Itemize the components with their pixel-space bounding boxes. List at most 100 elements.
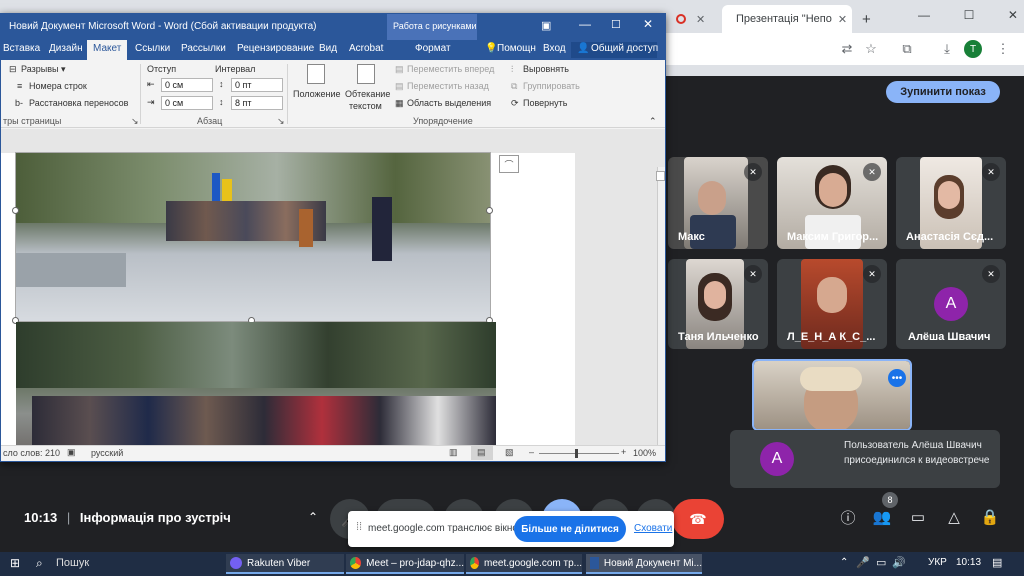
translate-icon[interactable]: ⇄ xyxy=(838,40,856,58)
network-icon[interactable]: ▭ xyxy=(876,556,886,569)
tab-design[interactable]: Дизайн xyxy=(49,43,83,54)
chat-icon[interactable]: ▭ xyxy=(906,505,930,529)
group-button[interactable]: Группировать xyxy=(523,81,580,91)
host-controls-icon[interactable]: 🔒 xyxy=(978,505,1002,529)
zoom-level[interactable]: 100% xyxy=(633,448,656,458)
participant-tile[interactable]: ✕ Макс xyxy=(668,157,768,249)
hide-link[interactable]: Сховати xyxy=(634,523,672,534)
collapse-ribbon-icon[interactable]: ⌃ xyxy=(649,116,657,127)
close-tab-icon[interactable]: ✕ xyxy=(696,13,705,26)
participant-tile[interactable]: ✕ Максим Григор... xyxy=(777,157,887,249)
layout-options-icon[interactable]: ⌒ xyxy=(499,155,519,173)
participant-tile[interactable]: ✕ Таня Ильченко xyxy=(668,259,768,349)
word-count[interactable]: сло слов: 210 xyxy=(3,448,60,458)
taskbar-app-meet-share[interactable]: meet.google.com тр... xyxy=(466,554,582,574)
stop-presenting-button[interactable]: Зупинити показ xyxy=(886,81,1000,103)
read-mode-icon[interactable]: ▥ xyxy=(449,447,458,458)
bookmark-star-icon[interactable]: ☆ xyxy=(862,40,880,58)
search-icon[interactable]: ⌕ xyxy=(36,556,43,571)
tab-references[interactable]: Ссылки xyxy=(135,43,170,54)
photo-ceremony[interactable] xyxy=(15,152,491,322)
tab-acrobat[interactable]: Acrobat xyxy=(349,43,383,54)
maximize-button[interactable]: ☐ xyxy=(964,8,975,22)
tab-format[interactable]: Формат xyxy=(415,43,451,54)
stop-sharing-button[interactable]: Більше не ділитися xyxy=(514,516,626,542)
participant-tile[interactable]: А ✕ Алёша Швачич xyxy=(896,259,1006,349)
profile-avatar[interactable]: T xyxy=(964,40,982,58)
close-button[interactable]: ✕ xyxy=(643,17,653,31)
tab-view[interactable]: Вид xyxy=(319,43,337,54)
people-icon[interactable]: 👥 xyxy=(870,505,894,529)
windows-start-icon[interactable]: ⊞ xyxy=(10,556,20,570)
hyphenation-button[interactable]: Расстановка переносов xyxy=(29,98,128,108)
self-view-tile[interactable]: ••• xyxy=(752,359,912,431)
zoom-slider[interactable] xyxy=(539,453,619,454)
meeting-details-label[interactable]: Інформація про зустріч xyxy=(80,510,231,525)
spacing-before-field[interactable]: 0 пт xyxy=(231,78,283,92)
taskbar-app-viber[interactable]: Rakuten Viber xyxy=(226,554,344,574)
tab-mailings[interactable]: Рассылки xyxy=(181,43,226,54)
activities-icon[interactable]: △ xyxy=(942,505,966,529)
minimize-button[interactable]: — xyxy=(579,17,591,31)
tab-review[interactable]: Рецензирование xyxy=(237,43,314,54)
zoom-in-button[interactable]: + xyxy=(621,447,626,457)
chevron-up-icon[interactable]: ⌃ xyxy=(308,510,318,524)
align-button[interactable]: Выровнять xyxy=(523,64,569,74)
web-layout-icon[interactable]: ▧ xyxy=(505,447,514,458)
drag-handle-icon[interactable]: ⁞⁞ xyxy=(356,521,362,533)
vertical-scrollbar[interactable] xyxy=(657,167,665,445)
browser-tab-presentation[interactable]: Презентація "Непо ✕ xyxy=(722,5,852,33)
taskbar-app-meet[interactable]: Meet – pro-jdap-qhz... xyxy=(346,554,464,574)
selection-handle[interactable] xyxy=(486,207,493,214)
minimize-button[interactable]: — xyxy=(918,8,930,22)
dialog-launcher-icon[interactable]: ↘ xyxy=(131,116,139,127)
wrap-text-button[interactable]: Обтекание xyxy=(345,89,390,99)
photo-assembly[interactable] xyxy=(16,322,496,445)
chevron-up-icon[interactable]: ⌃ xyxy=(840,557,848,568)
scroll-thumb[interactable] xyxy=(656,171,665,181)
close-window-button[interactable]: ✕ xyxy=(1008,8,1018,22)
selection-pane-button[interactable]: Область выделения xyxy=(407,98,491,108)
rotate-button[interactable]: Повернуть xyxy=(523,98,567,108)
extensions-icon[interactable]: ⧉ xyxy=(898,40,916,58)
browser-tab-meet[interactable]: ✕ xyxy=(668,5,718,33)
indent-left-icon: ⇤ xyxy=(147,79,155,89)
selection-handle[interactable] xyxy=(12,207,19,214)
spacing-after-field[interactable]: 8 пт xyxy=(231,96,283,110)
download-icon[interactable]: ⤓ xyxy=(938,40,956,58)
zoom-thumb[interactable] xyxy=(575,449,578,458)
volume-icon[interactable]: 🔊 xyxy=(892,556,906,569)
participant-tile[interactable]: ✕ Анастасія Сєд... xyxy=(896,157,1006,249)
notifications-icon[interactable]: ▤ xyxy=(992,556,1002,569)
close-tab-icon[interactable]: ✕ xyxy=(838,13,847,26)
proofing-icon[interactable]: ▣ xyxy=(67,447,76,458)
leave-call-button[interactable]: ☎ xyxy=(672,499,724,539)
document-page: ⌒ xyxy=(1,152,575,445)
indent-right-field[interactable]: 0 см xyxy=(161,96,213,110)
language-indicator[interactable]: УКР xyxy=(928,557,947,568)
indent-left-field[interactable]: 0 см xyxy=(161,78,213,92)
maximize-button[interactable]: ☐ xyxy=(611,18,621,31)
breaks-button[interactable]: Разрывы xyxy=(21,64,58,74)
tab-insert[interactable]: Вставка xyxy=(3,43,40,54)
line-numbers-button[interactable]: Номера строк xyxy=(29,81,87,91)
menu-dots-icon[interactable]: ⋮ xyxy=(994,40,1012,58)
position-button[interactable]: Положение xyxy=(293,89,341,99)
signin-link[interactable]: Вход xyxy=(543,43,566,54)
tab-layout[interactable]: Макет xyxy=(93,43,121,54)
taskbar-search[interactable]: Пошук xyxy=(56,557,89,569)
more-options-icon[interactable]: ••• xyxy=(888,369,906,387)
taskbar-app-word[interactable]: Новий Документ Mi... xyxy=(586,554,702,574)
language-label[interactable]: русский xyxy=(91,448,123,458)
info-icon[interactable]: ⓘ xyxy=(836,505,860,529)
bring-forward-button[interactable]: Переместить вперед xyxy=(407,64,494,74)
tell-me-field[interactable]: Помощн xyxy=(497,43,536,54)
ribbon-display-icon[interactable]: ▣ xyxy=(541,19,551,32)
new-tab-button[interactable]: + xyxy=(854,5,876,33)
participant-tile[interactable]: ✕ Л_Е_Н_А К_С_... xyxy=(777,259,887,349)
send-backward-button[interactable]: Переместить назад xyxy=(407,81,489,91)
microphone-icon[interactable]: 🎤 xyxy=(856,556,870,569)
dialog-launcher-icon[interactable]: ↘ xyxy=(277,116,285,127)
zoom-out-button[interactable]: – xyxy=(529,447,534,457)
clock[interactable]: 10:13 xyxy=(956,557,981,568)
